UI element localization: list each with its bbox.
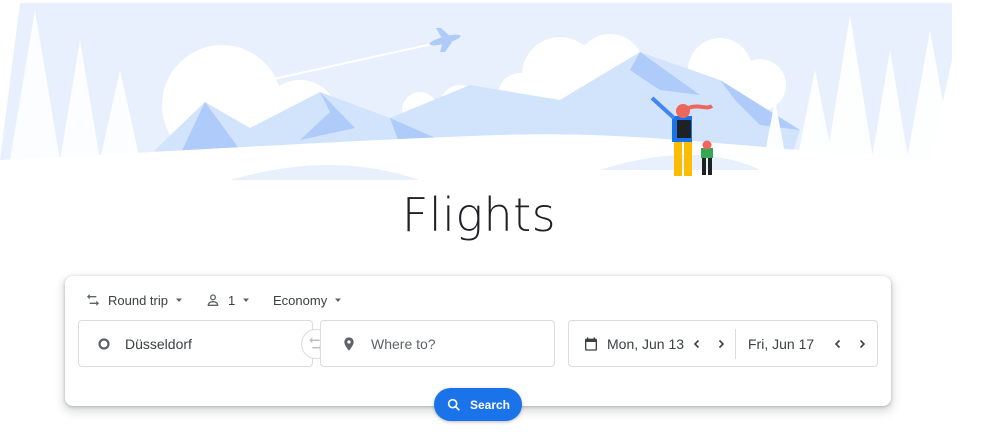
destination-input[interactable]: Where to? (320, 320, 555, 367)
caret-down-icon (174, 295, 184, 305)
return-prev-date-button[interactable] (826, 332, 850, 356)
departure-date-input[interactable]: Mon, Jun 13 (569, 328, 736, 359)
origin-value: Düsseldorf (125, 335, 192, 352)
chevron-right-icon (859, 339, 866, 348)
departure-date-value: Mon, Jun 13 (607, 335, 685, 352)
date-range-field: Mon, Jun 13 Fri, Jun 17 (568, 320, 878, 367)
trip-type-dropdown[interactable]: Round trip (77, 288, 195, 312)
calendar-icon (583, 336, 599, 352)
return-date-input[interactable]: Fri, Jun 17 (736, 321, 877, 366)
departure-next-date-button[interactable] (709, 332, 733, 356)
circle-icon (97, 337, 111, 351)
search-options-row: Round trip 1 Economy (77, 288, 355, 312)
chevron-left-icon (693, 339, 700, 348)
return-next-date-button[interactable] (850, 332, 874, 356)
cabin-class-label: Economy (273, 292, 328, 308)
swap-arrows-icon (85, 292, 101, 308)
search-button[interactable]: Search (434, 388, 522, 421)
hero-illustration (0, 0, 990, 200)
passengers-count: 1 (228, 292, 236, 308)
trip-type-label: Round trip (108, 292, 168, 308)
location-pin-icon (341, 335, 357, 353)
flight-search-card: Round trip 1 Economy Düsseldorf Where to… (65, 276, 891, 421)
chevron-right-icon (718, 339, 725, 348)
chevron-left-icon (834, 339, 841, 348)
cabin-class-dropdown[interactable]: Economy (265, 288, 355, 312)
page-title: Flights (401, 188, 557, 242)
person-icon (205, 292, 221, 308)
origin-input[interactable]: Düsseldorf (78, 320, 313, 367)
return-date-value: Fri, Jun 17 (748, 335, 815, 352)
destination-placeholder: Where to? (371, 335, 436, 352)
search-button-label: Search (469, 397, 511, 412)
caret-down-icon (241, 295, 251, 305)
search-icon (446, 397, 462, 413)
passengers-dropdown[interactable]: 1 (197, 288, 259, 312)
caret-down-icon (333, 295, 343, 305)
departure-prev-date-button[interactable] (685, 332, 709, 356)
